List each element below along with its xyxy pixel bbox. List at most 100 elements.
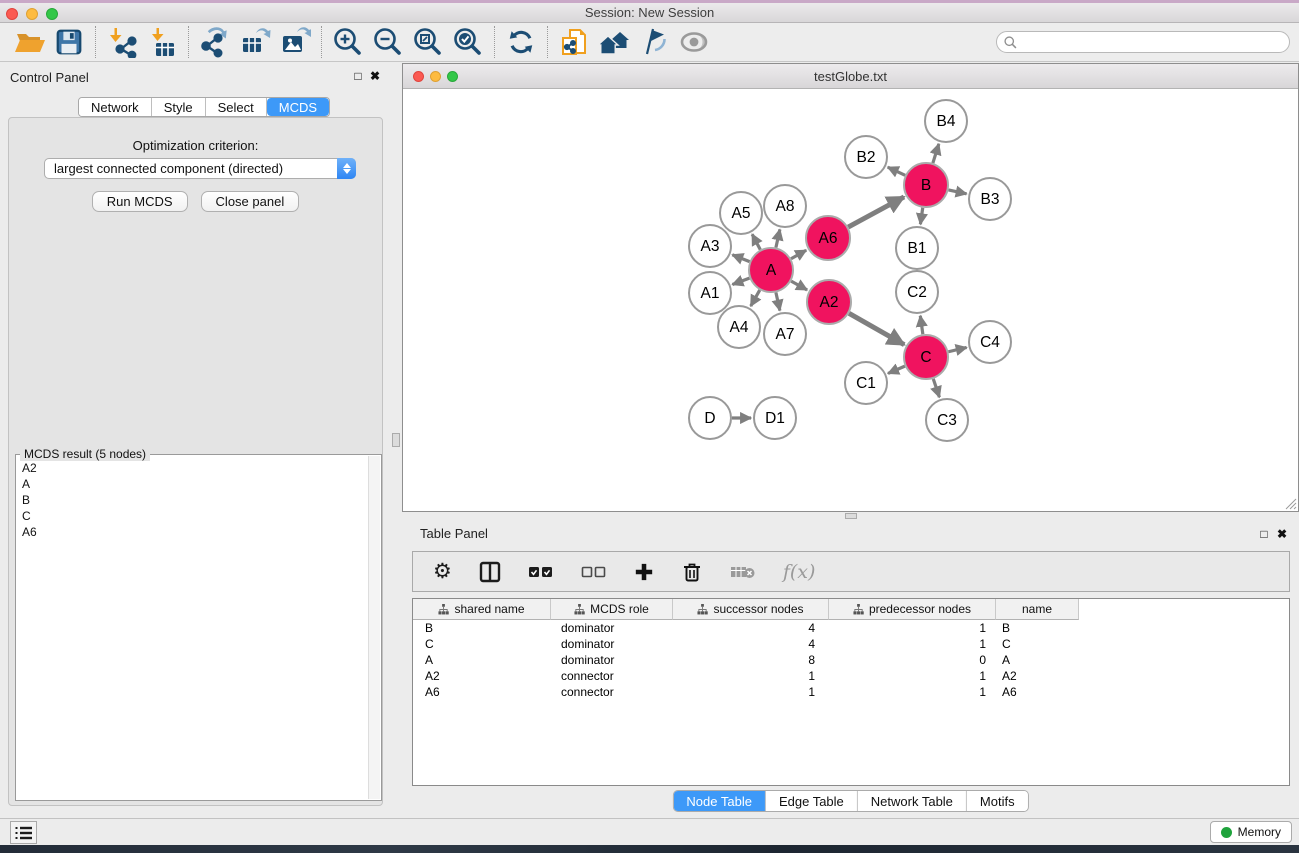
edge-C-C3[interactable] — [933, 379, 939, 397]
search-field[interactable] — [996, 31, 1290, 53]
close-panel-icon[interactable]: ✖ — [368, 69, 382, 83]
deselect-all-button[interactable] — [581, 557, 607, 587]
result-item[interactable]: C — [22, 508, 368, 524]
node-B[interactable]: B — [904, 163, 948, 207]
edge-C-C4[interactable] — [948, 347, 966, 351]
tab-node-table[interactable]: Node Table — [673, 791, 766, 811]
function-builder-button[interactable]: f(x) — [783, 557, 816, 587]
close-panel-icon[interactable]: ✖ — [1275, 527, 1289, 541]
edge-B-B2[interactable] — [888, 167, 905, 175]
node-B1[interactable]: B1 — [896, 227, 938, 269]
open-session-button[interactable] — [9, 25, 49, 59]
edge-A-A5[interactable] — [752, 234, 760, 249]
node-A6[interactable]: A6 — [806, 216, 850, 260]
tab-select[interactable]: Select — [206, 98, 267, 116]
export-image-button[interactable] — [275, 25, 315, 59]
node-A3[interactable]: A3 — [689, 225, 731, 267]
node-C[interactable]: C — [904, 335, 948, 379]
edge-B-B3[interactable] — [948, 190, 966, 194]
save-session-button[interactable] — [49, 25, 89, 59]
import-table-button[interactable] — [142, 25, 182, 59]
network-canvas[interactable]: B4 B2 B B3 A8A5 A6 A3 B1 A A1 C2 A2 A4A7 C4 C C1 D D1 C3 — [403, 89, 1298, 511]
node-A1[interactable]: A1 — [689, 272, 731, 314]
node-C4[interactable]: C4 — [969, 321, 1011, 363]
criterion-dropdown[interactable]: largest connected component (directed) — [44, 158, 356, 179]
edge-A-A6[interactable] — [791, 250, 806, 259]
result-item[interactable]: A2 — [22, 460, 368, 476]
tab-edge-table[interactable]: Edge Table — [766, 791, 858, 811]
node-D[interactable]: D — [689, 397, 731, 439]
node-A5[interactable]: A5 — [720, 192, 762, 234]
edge-A-A3[interactable] — [732, 255, 749, 262]
memory-button[interactable]: Memory — [1210, 821, 1292, 843]
splitter-handle[interactable] — [845, 513, 857, 519]
edge-A2-C[interactable] — [849, 313, 904, 344]
node-A8[interactable]: A8 — [764, 185, 806, 227]
node-B3[interactable]: B3 — [969, 178, 1011, 220]
hide-details-button[interactable] — [634, 25, 674, 59]
table-settings-button[interactable]: ⚙ — [433, 557, 452, 587]
edge-C-C2[interactable] — [920, 316, 923, 334]
tab-network-table[interactable]: Network Table — [858, 791, 967, 811]
column-header[interactable]: successor nodes — [673, 599, 829, 620]
node-A[interactable]: A — [749, 248, 793, 292]
zoom-fit-button[interactable] — [408, 25, 448, 59]
delete-table-button[interactable] — [730, 557, 756, 587]
table-row[interactable]: A6connector11A6 — [413, 684, 1289, 700]
table-row[interactable]: Bdominator41B — [413, 620, 1289, 636]
refresh-button[interactable] — [501, 25, 541, 59]
splitter-handle[interactable] — [392, 433, 400, 447]
node-A7[interactable]: A7 — [764, 313, 806, 355]
first-neighbors-button[interactable] — [594, 25, 634, 59]
vertical-splitter[interactable] — [390, 62, 402, 818]
node-A4[interactable]: A4 — [718, 306, 760, 348]
result-scrollbar[interactable] — [368, 456, 380, 799]
edge-B-B4[interactable] — [933, 144, 939, 163]
export-table-button[interactable] — [235, 25, 275, 59]
tab-mcds[interactable]: MCDS — [267, 98, 329, 116]
search-input[interactable] — [1018, 34, 1283, 50]
node-B2[interactable]: B2 — [845, 136, 887, 178]
result-item[interactable]: B — [22, 492, 368, 508]
resize-grip-icon[interactable] — [1284, 497, 1297, 510]
task-history-button[interactable] — [10, 821, 37, 844]
edge-B-B1[interactable] — [920, 208, 922, 224]
column-header[interactable]: predecessor nodes — [829, 599, 996, 620]
edge-A6-B[interactable] — [848, 197, 904, 227]
table-row[interactable]: A2connector11A2 — [413, 668, 1289, 684]
node-A2[interactable]: A2 — [807, 280, 851, 324]
edge-C-C1[interactable] — [888, 366, 905, 373]
run-mcds-button[interactable]: Run MCDS — [92, 191, 188, 212]
horizontal-splitter[interactable] — [402, 512, 1299, 520]
float-panel-icon[interactable]: □ — [351, 69, 365, 83]
edge-A-A2[interactable] — [791, 281, 807, 290]
show-details-button[interactable] — [674, 25, 714, 59]
node-D1[interactable]: D1 — [754, 397, 796, 439]
export-network-button[interactable] — [195, 25, 235, 59]
close-panel-button[interactable]: Close panel — [201, 191, 300, 212]
edge-A-A4[interactable] — [751, 290, 760, 306]
zoom-selected-button[interactable] — [448, 25, 488, 59]
edge-A-A1[interactable] — [732, 278, 749, 284]
column-header[interactable]: MCDS role — [551, 599, 673, 620]
column-header[interactable]: shared name — [413, 599, 551, 620]
node-C3[interactable]: C3 — [926, 399, 968, 441]
tab-network[interactable]: Network — [79, 98, 152, 116]
node-C2[interactable]: C2 — [896, 271, 938, 313]
import-network-button[interactable] — [102, 25, 142, 59]
zoom-out-button[interactable] — [368, 25, 408, 59]
add-column-button[interactable] — [634, 557, 654, 587]
duplicate-network-button[interactable] — [554, 25, 594, 59]
result-item[interactable]: A — [22, 476, 368, 492]
result-item[interactable]: A6 — [22, 524, 368, 540]
select-all-button[interactable] — [528, 557, 554, 587]
zoom-in-button[interactable] — [328, 25, 368, 59]
delete-column-button[interactable] — [681, 557, 703, 587]
edge-A-A8[interactable] — [776, 229, 780, 247]
node-B4[interactable]: B4 — [925, 100, 967, 142]
column-header[interactable]: name — [996, 599, 1079, 620]
column-view-button[interactable] — [479, 557, 501, 587]
node-C1[interactable]: C1 — [845, 362, 887, 404]
float-panel-icon[interactable]: □ — [1257, 527, 1271, 541]
tab-style[interactable]: Style — [152, 98, 206, 116]
